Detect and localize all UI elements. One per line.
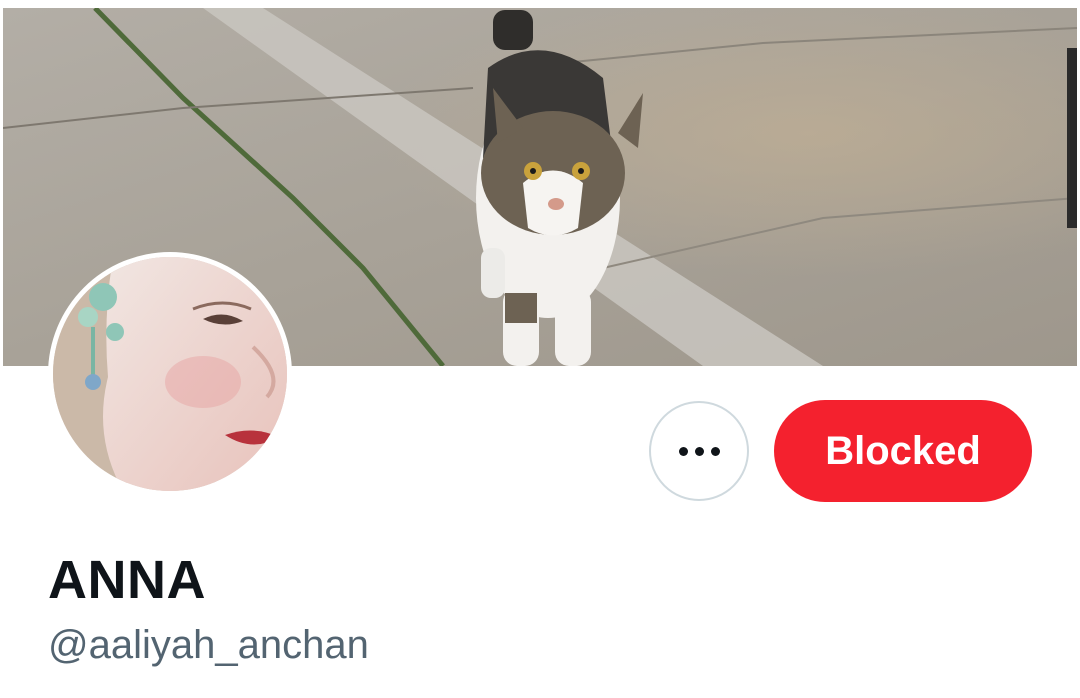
profile-header: Blocked ANNA @aaliyah_anchan	[0, 0, 1080, 698]
more-horizontal-icon	[678, 446, 688, 456]
avatar[interactable]	[48, 252, 292, 496]
more-horizontal-icon	[694, 446, 704, 456]
top-strip	[0, 0, 1080, 8]
display-name: ANNA	[48, 550, 206, 610]
user-handle: @aaliyah_anchan	[48, 623, 369, 667]
blocked-button[interactable]: Blocked	[774, 400, 1032, 502]
more-horizontal-icon	[710, 446, 720, 456]
more-options-button[interactable]	[649, 401, 749, 501]
avatar-photo	[53, 257, 287, 491]
